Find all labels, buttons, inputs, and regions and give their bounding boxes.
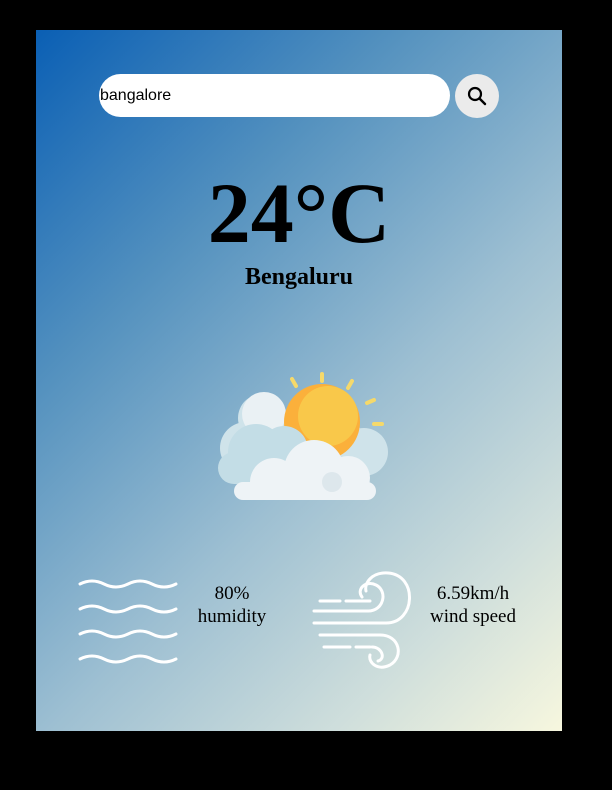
weather-card: 24°C Bengaluru: [36, 30, 562, 731]
humidity-waves-icon: [78, 579, 178, 664]
search-input[interactable]: [99, 74, 450, 117]
humidity-label: humidity: [197, 606, 267, 627]
temperature: 24°C: [207, 165, 391, 261]
search-button[interactable]: [455, 74, 499, 118]
wind-label: wind speed: [429, 606, 516, 627]
humidity-value: 80%: [214, 583, 250, 604]
wind-value: 6.59km/h: [436, 583, 510, 604]
humidity-block: 80% humidity: [186, 582, 278, 628]
city-name: Bengaluru: [244, 264, 354, 290]
partly-cloudy-icon: [218, 372, 388, 500]
search-icon: [467, 86, 487, 106]
wind-block: 6.59km/h wind speed: [422, 582, 524, 628]
wind-icon: [312, 571, 411, 669]
